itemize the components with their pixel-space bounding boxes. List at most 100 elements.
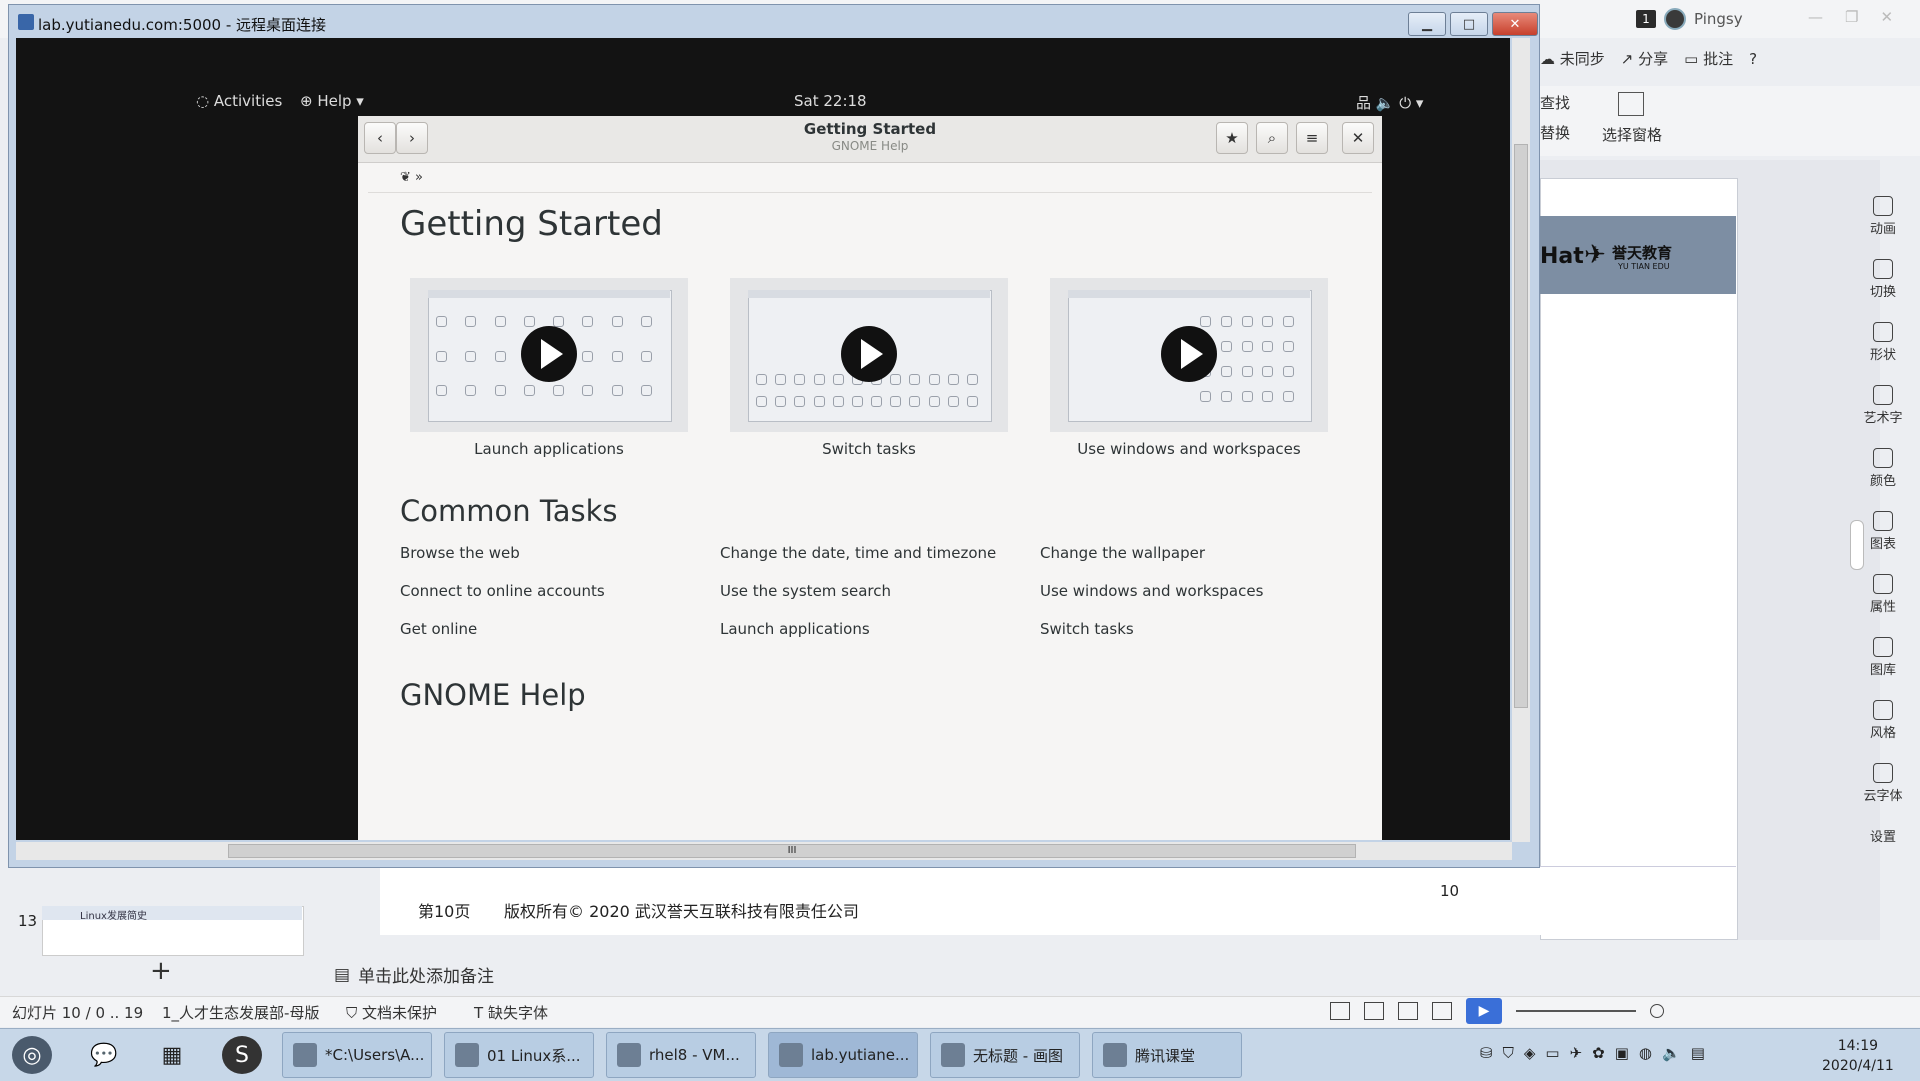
normal-view-icon[interactable] [1330, 1002, 1350, 1020]
avatar[interactable] [1664, 8, 1686, 30]
task-item[interactable]: *C:\Users\A... [282, 1032, 432, 1078]
task-item-active[interactable]: lab.yutiane... [768, 1032, 918, 1078]
sync-button[interactable]: ☁ 未同步 [1540, 48, 1605, 69]
video-caption[interactable]: Switch tasks [730, 440, 1008, 458]
sorter-view-icon[interactable] [1364, 1002, 1384, 1020]
find-button[interactable]: 查找 [1540, 92, 1570, 113]
tray-icon[interactable]: ⛁ [1480, 1044, 1493, 1062]
wps-window-controls: — ❐ ✕ [1808, 8, 1893, 26]
task-link[interactable]: Launch applications [720, 620, 870, 638]
user-name[interactable]: Pingsy [1694, 10, 1743, 28]
task-link[interactable]: Change the date, time and timezone [720, 544, 996, 562]
chat-app-icon[interactable]: 💬 [84, 1036, 124, 1074]
tray-icon[interactable]: ▤ [1691, 1044, 1705, 1062]
transition-tool[interactable]: 切换 [1870, 259, 1896, 300]
chart-tool[interactable]: 图表 [1870, 511, 1896, 552]
protect-status[interactable]: ⛉ 文档未保护 [346, 1002, 437, 1023]
play-slideshow-button[interactable]: ▶ [1466, 998, 1502, 1024]
close-button[interactable]: ✕ [1342, 122, 1374, 154]
volume-icon[interactable]: 🔈 [1662, 1044, 1681, 1062]
slide-scrollbar[interactable] [1850, 520, 1864, 570]
network-icon[interactable]: ▣ [1615, 1044, 1629, 1062]
shape-tool[interactable]: 形状 [1870, 322, 1896, 363]
missing-font-status[interactable]: T 缺失字体 [474, 1002, 548, 1023]
close-icon[interactable]: ✕ [1880, 8, 1893, 26]
sogou-icon[interactable]: S [222, 1036, 262, 1074]
grid-icon [1872, 448, 1893, 468]
view-controls: ▶ [1330, 998, 1664, 1024]
task-link[interactable]: Switch tasks [1040, 620, 1134, 638]
help-icon[interactable]: ? [1749, 50, 1757, 68]
wps-user-area[interactable]: 1 Pingsy [1636, 8, 1743, 30]
gnome-clock[interactable]: Sat 22:18 [794, 92, 867, 110]
rdp-horizontal-scroll-thumb[interactable]: III [228, 844, 1356, 858]
video-card-windows[interactable] [1050, 278, 1328, 432]
task-link[interactable]: Use the system search [720, 582, 891, 600]
task-item[interactable]: 01 Linux系... [444, 1032, 594, 1078]
minimize-icon[interactable]: — [1808, 8, 1823, 26]
font-icon [1872, 763, 1893, 783]
explorer-icon[interactable]: ▦ [152, 1036, 192, 1074]
thumbnail-number: 13 [18, 912, 38, 930]
gallery-tool[interactable]: 图库 [1870, 637, 1896, 678]
close-button[interactable]: ✕ [1492, 12, 1538, 36]
tray-icon[interactable]: ✿ [1592, 1044, 1605, 1062]
minimize-button[interactable]: ▁ [1408, 12, 1446, 36]
gnome-system-menu[interactable]: 品 🔈 ⏻ ▾ [1356, 92, 1423, 113]
tray-icon[interactable]: ✈ [1570, 1044, 1583, 1062]
select-pane-button[interactable]: 选择窗格 [1602, 124, 1662, 145]
zoom-slider-handle[interactable] [1650, 1004, 1664, 1018]
shield-icon[interactable]: ⛉ [1503, 1044, 1514, 1062]
property-tool[interactable]: 属性 [1870, 574, 1896, 615]
wps-toolbar: ☁ 未同步 ↗ 分享 ▭ 批注 ? [1540, 48, 1757, 69]
tray-icon[interactable]: ▭ [1545, 1044, 1559, 1062]
app-menu-help[interactable]: ⊕ Help ▾ [300, 92, 364, 110]
rdp-vertical-scroll-thumb[interactable] [1514, 144, 1528, 708]
cloud-font-tool[interactable]: 云字体 [1863, 763, 1903, 804]
video-caption[interactable]: Launch applications [410, 440, 688, 458]
sync-label: 未同步 [1559, 50, 1605, 68]
settings-tool[interactable]: 设置 [1870, 826, 1896, 845]
reading-view-icon[interactable] [1398, 1002, 1418, 1020]
comment-button[interactable]: ▭ 批注 [1684, 48, 1733, 69]
missing-font-label: 缺失字体 [487, 1004, 548, 1022]
video-card-launch[interactable] [410, 278, 688, 432]
wordart-tool[interactable]: 艺术字 [1863, 385, 1903, 426]
task-link[interactable]: Get online [400, 620, 477, 638]
tray-icon[interactable]: ◍ [1639, 1044, 1652, 1062]
tool-label: 云字体 [1863, 789, 1903, 804]
template-name[interactable]: 1_人才生态发展部-母版 [162, 1002, 319, 1023]
video-card-switch[interactable] [730, 278, 1008, 432]
animation-tool[interactable]: 动画 [1870, 196, 1896, 237]
add-slide-button[interactable]: + [150, 956, 172, 986]
footer-copyright: 版权所有© 2020 武汉誉天互联科技有限责任公司 [504, 902, 859, 921]
menu-button[interactable]: ≡ [1296, 122, 1328, 154]
notes-area[interactable]: ▤ 单击此处添加备注 [334, 962, 494, 988]
start-orb-icon[interactable]: ◎ [12, 1036, 52, 1074]
replace-button[interactable]: 替换 [1540, 122, 1570, 143]
task-item[interactable]: rhel8 - VM... [606, 1032, 756, 1078]
task-link[interactable]: Use windows and workspaces [1040, 582, 1263, 600]
task-link[interactable]: Connect to online accounts [400, 582, 605, 600]
task-item[interactable]: 腾讯课堂 [1092, 1032, 1242, 1078]
color-tool[interactable]: 颜色 [1870, 448, 1896, 489]
breadcrumb[interactable]: ❦ » [400, 170, 423, 185]
activities-button[interactable]: ◌ Activities [196, 92, 282, 110]
notes-view-icon[interactable] [1432, 1002, 1452, 1020]
slide-brand-sub: YU TIAN EDU [1618, 262, 1670, 271]
task-label: 腾讯课堂 [1135, 1046, 1196, 1065]
maximize-button[interactable]: □ [1450, 12, 1488, 36]
bookmark-button[interactable]: ★ [1216, 122, 1248, 154]
zoom-slider[interactable] [1516, 1010, 1636, 1012]
search-button[interactable]: ⌕ [1256, 122, 1288, 154]
task-link[interactable]: Browse the web [400, 544, 520, 562]
restore-icon[interactable]: ❐ [1845, 8, 1858, 26]
task-item[interactable]: 无标题 - 画图 [930, 1032, 1080, 1078]
taskbar-clock[interactable]: 14:19 2020/4/11 [1822, 1036, 1894, 1076]
tray-icon[interactable]: ◈ [1524, 1044, 1536, 1062]
video-caption[interactable]: Use windows and workspaces [1050, 440, 1328, 458]
share-button[interactable]: ↗ 分享 [1621, 48, 1668, 69]
style-tool[interactable]: 风格 [1870, 700, 1896, 741]
tool-label: 形状 [1869, 348, 1896, 363]
task-link[interactable]: Change the wallpaper [1040, 544, 1205, 562]
